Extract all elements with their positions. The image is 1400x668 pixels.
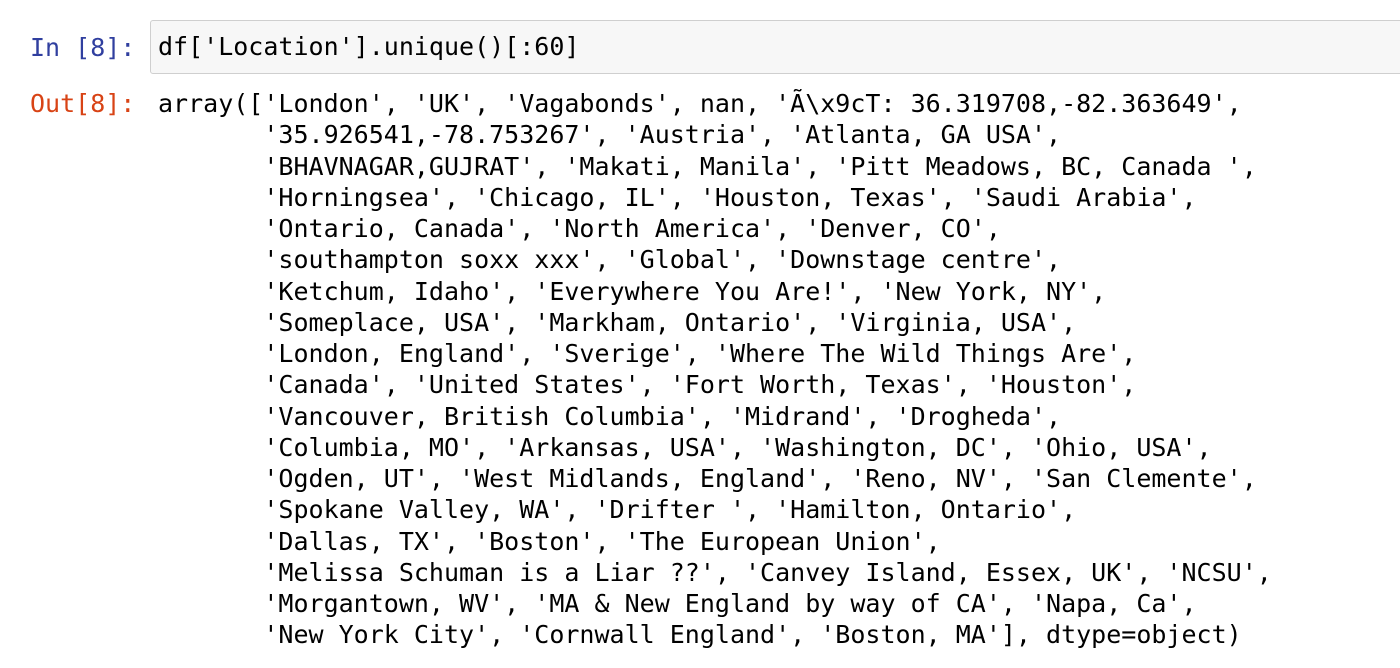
code-text[interactable]: df['Location'].unique()[:60]: [158, 31, 579, 63]
notebook-cell: In [8]: df['Location'].unique()[:60] Out…: [0, 0, 1400, 668]
output-prompt: Out[8]:: [30, 89, 136, 118]
output-line: 'Someplace, USA', 'Markham, Ontario', 'V…: [158, 307, 1077, 337]
output-line: 'Morgantown, WV', 'MA & New England by w…: [158, 589, 1197, 618]
output-line: 'southampton soxx xxx', 'Global', 'Downs…: [158, 245, 1062, 275]
output-line: 'New York City', 'Cornwall England', 'Bo…: [158, 620, 1242, 650]
output-line: 'Dallas, TX', 'Boston', 'The European Un…: [158, 526, 941, 556]
output-line: 'Spokane Valley, WA', 'Drifter ', 'Hamil…: [158, 495, 1077, 525]
output-line: array(['London', 'UK', 'Vagabonds', nan,…: [158, 89, 1242, 118]
output-line: 'Horningsea', 'Chicago, IL', 'Houston, T…: [158, 182, 1197, 212]
output-line: '35.926541,-78.753267', 'Austria', 'Atla…: [158, 120, 1062, 150]
output-line: 'BHAVNAGAR,GUJRAT', 'Makati, Manila', 'P…: [158, 151, 1257, 181]
output-text: array(['London', 'UK', 'Vagabonds', nan,…: [158, 88, 1272, 651]
output-line: 'Vancouver, British Columbia', 'Midrand'…: [158, 401, 1062, 431]
code-input-area[interactable]: df['Location'].unique()[:60]: [150, 20, 1400, 74]
input-prompt: In [8]:: [30, 33, 136, 62]
output-line: 'Canada', 'United States', 'Fort Worth, …: [158, 370, 1137, 400]
output-line: 'Columbia, MO', 'Arkansas, USA', 'Washin…: [158, 432, 1212, 462]
output-line: 'Ketchum, Idaho', 'Everywhere You Are!',…: [158, 276, 1107, 306]
output-line: 'London, England', 'Sverige', 'Where The…: [158, 339, 1137, 368]
output-line: 'Ontario, Canada', 'North America', 'Den…: [158, 214, 1001, 243]
output-line: 'Ogden, UT', 'West Midlands, England', '…: [158, 464, 1257, 493]
output-line: 'Melissa Schuman is a Liar ??', 'Canvey …: [158, 557, 1272, 587]
